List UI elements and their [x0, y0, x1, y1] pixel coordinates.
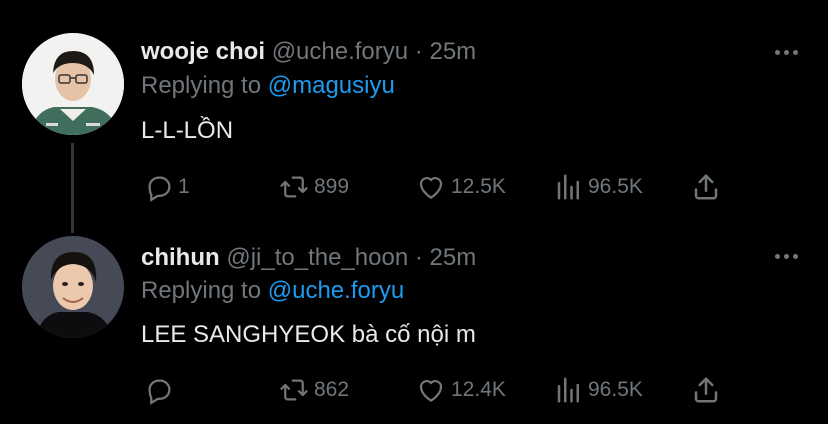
retweet-count: 862: [314, 378, 350, 401]
views-button[interactable]: 96.5K: [554, 375, 643, 405]
tweet-text: L-L-LỒN: [141, 117, 234, 144]
retweet-icon: [280, 379, 308, 401]
reply-icon: [148, 176, 171, 202]
more-icon[interactable]: [770, 246, 804, 266]
more-icon[interactable]: [770, 42, 804, 62]
share-icon: [694, 377, 718, 403]
views-count: 96.5K: [588, 175, 643, 198]
reply-button[interactable]: [144, 375, 178, 405]
replying-handle-link[interactable]: @uche.foryu: [268, 277, 404, 304]
username-handle[interactable]: @uche.foryu: [272, 38, 408, 65]
timestamp[interactable]: 25m: [429, 38, 476, 65]
reply-icon: [148, 379, 171, 405]
share-button[interactable]: [691, 375, 721, 405]
share-icon: [694, 174, 718, 200]
tweet-1[interactable]: wooje choi @uche.foryu · 25m Replying to…: [0, 0, 828, 233]
retweet-button[interactable]: 899: [278, 172, 349, 202]
tweet-2[interactable]: chihun @ji_to_the_hoon · 25m Replying to…: [0, 212, 828, 424]
like-button[interactable]: 12.5K: [415, 172, 506, 202]
like-button[interactable]: 12.4K: [415, 375, 506, 405]
reply-button[interactable]: 1: [144, 172, 190, 202]
tweet-actions: 1 899 12.5K 96.5K: [141, 172, 741, 202]
tweet-text: LEE SANGHYEOK bà cố nội m: [141, 321, 476, 348]
timestamp[interactable]: 25m: [430, 244, 477, 271]
reply-count: 1: [178, 175, 190, 198]
replying-to: Replying to @uche.foryu: [141, 277, 404, 305]
tweet-actions: 862 12.4K 96.5K: [141, 375, 741, 405]
heart-icon: [419, 380, 443, 402]
views-icon: [557, 377, 579, 403]
tweet-header: wooje choi @uche.foryu · 25m: [141, 38, 476, 66]
like-count: 12.4K: [451, 378, 506, 401]
replying-prefix: Replying to: [141, 72, 262, 99]
views-icon: [557, 174, 579, 200]
username-handle[interactable]: @ji_to_the_hoon: [226, 244, 408, 271]
like-count: 12.5K: [451, 175, 506, 198]
separator: ·: [414, 38, 423, 65]
display-name[interactable]: chihun: [141, 244, 220, 271]
tweet-header: chihun @ji_to_the_hoon · 25m: [141, 244, 476, 272]
replying-handle-link[interactable]: @magusiyu: [268, 72, 395, 99]
views-count: 96.5K: [588, 378, 643, 401]
separator: ·: [414, 244, 423, 271]
views-button[interactable]: 96.5K: [554, 172, 643, 202]
avatar[interactable]: [22, 236, 124, 338]
share-button[interactable]: [691, 172, 721, 202]
retweet-button[interactable]: 862: [278, 375, 349, 405]
display-name[interactable]: wooje choi: [141, 38, 265, 65]
replying-prefix: Replying to: [141, 277, 262, 304]
heart-icon: [419, 177, 443, 199]
retweet-count: 899: [314, 175, 350, 198]
retweet-icon: [280, 176, 308, 198]
replying-to: Replying to @magusiyu: [141, 72, 395, 100]
avatar[interactable]: [22, 33, 124, 135]
